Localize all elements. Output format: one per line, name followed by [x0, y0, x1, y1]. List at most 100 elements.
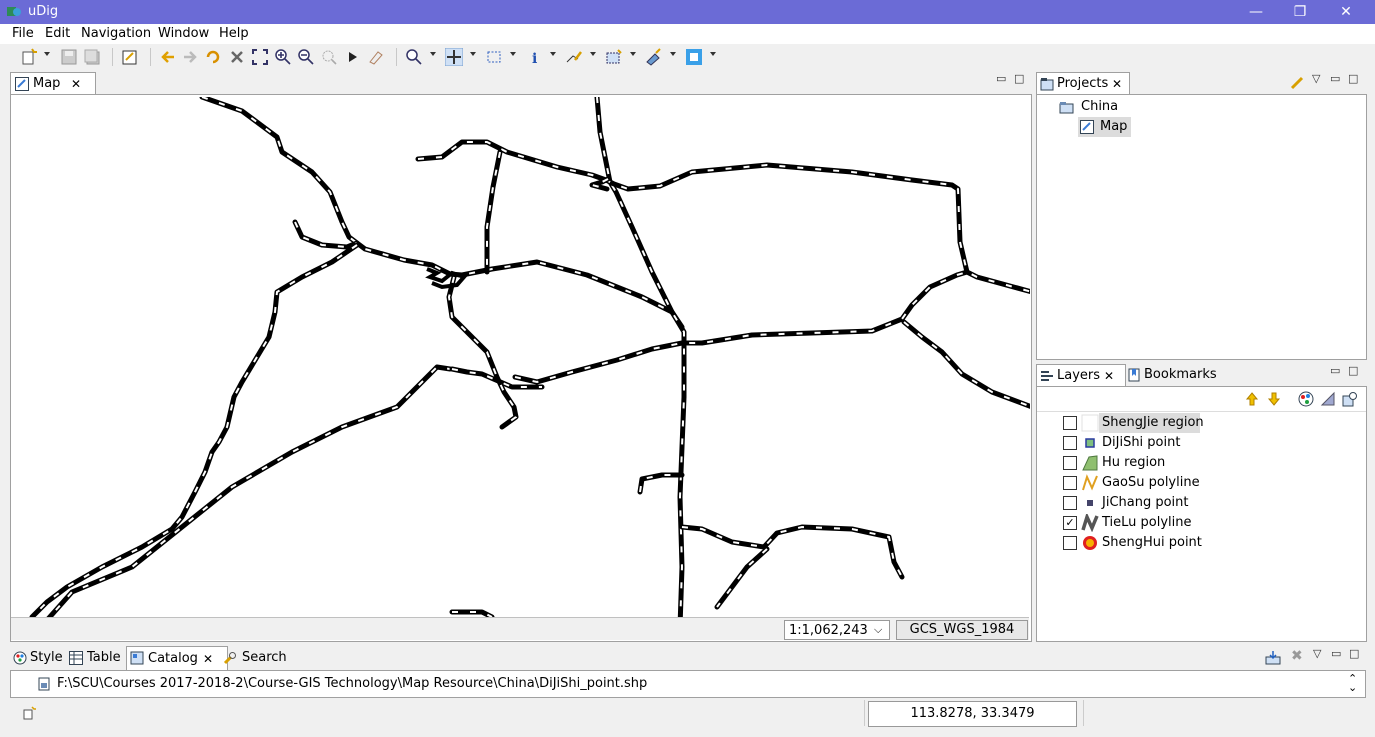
catalog-path[interactable]: F:\SCU\Courses 2017-2018-2\Course-GIS Te…: [57, 676, 647, 691]
minimize-view-icon[interactable]: ▭: [996, 72, 1006, 85]
style-dropdown-icon[interactable]: [710, 52, 716, 56]
restore-button[interactable]: ❐: [1277, 0, 1323, 24]
info-dropdown-icon[interactable]: [550, 52, 556, 56]
tab-projects-label: Projects: [1057, 76, 1109, 91]
layer-visibility-checkbox[interactable]: [1063, 456, 1077, 470]
back-arrow-icon[interactable]: [159, 48, 177, 66]
maximize-view-icon[interactable]: □: [1348, 72, 1358, 85]
layer-row[interactable]: ShengJie region: [1063, 413, 1363, 433]
select-box-icon[interactable]: [485, 48, 503, 66]
menu-help[interactable]: Help: [219, 26, 249, 41]
scale-combobox[interactable]: 1:1,062,243 ⌵: [784, 620, 890, 640]
import-icon[interactable]: [1265, 651, 1281, 665]
region-white-icon: [1081, 414, 1099, 432]
close-tab-icon[interactable]: ✕: [71, 73, 81, 95]
forward-arrow-icon[interactable]: [181, 48, 199, 66]
style-palette-icon[interactable]: [1298, 391, 1314, 407]
layer-label: DiJiShi point: [1102, 435, 1181, 450]
zoom-tool-icon[interactable]: [405, 48, 423, 66]
create-feature-icon[interactable]: [605, 48, 623, 66]
map-icon: [1080, 120, 1094, 134]
zoom-selection-icon[interactable]: [320, 48, 338, 66]
layer-row[interactable]: GaoSu polyline: [1063, 473, 1363, 493]
layer-visibility-checkbox[interactable]: [1063, 536, 1077, 550]
minimize-button[interactable]: —: [1233, 0, 1279, 24]
maximize-view-icon[interactable]: □: [1348, 364, 1358, 377]
menu-window[interactable]: Window: [158, 26, 209, 41]
create-dropdown-icon[interactable]: [630, 52, 636, 56]
zoom-layer-icon[interactable]: [1342, 391, 1358, 407]
tab-map[interactable]: Map ✕: [10, 72, 96, 95]
info-icon[interactable]: i: [525, 48, 543, 66]
zoom-in-icon[interactable]: [274, 48, 292, 66]
tab-table[interactable]: Table: [66, 647, 132, 669]
layer-visibility-checkbox[interactable]: ✓: [1063, 516, 1077, 530]
minimize-view-icon[interactable]: ▭: [1330, 72, 1340, 85]
layer-row[interactable]: ShengHui point: [1063, 533, 1363, 553]
close-tab-icon[interactable]: ✕: [1112, 73, 1122, 95]
zoom-out-icon[interactable]: [297, 48, 315, 66]
fast-view-icon[interactable]: [22, 706, 36, 720]
feature-dropdown-icon[interactable]: [670, 52, 676, 56]
tab-search[interactable]: Search: [220, 647, 296, 669]
udig-logo-icon: [7, 7, 21, 16]
layer-row[interactable]: Hu region: [1063, 453, 1363, 473]
layer-row[interactable]: DiJiShi point: [1063, 433, 1363, 453]
refresh-icon[interactable]: [204, 48, 222, 66]
close-tab-icon[interactable]: ✕: [203, 648, 213, 670]
tab-bookmarks[interactable]: Bookmarks: [1124, 364, 1226, 386]
layer-visibility-checkbox[interactable]: [1063, 436, 1077, 450]
remove-icon[interactable]: ✖: [1291, 648, 1303, 664]
tab-layers[interactable]: Layers ✕: [1036, 364, 1126, 387]
zoom-dropdown-icon[interactable]: [430, 52, 436, 56]
stop-render-icon[interactable]: [228, 48, 246, 66]
crs-button[interactable]: GCS_WGS_1984: [896, 620, 1028, 640]
save-icon[interactable]: [60, 48, 78, 66]
maximize-view-icon[interactable]: □: [1014, 72, 1024, 85]
layer-label: JiChang point: [1102, 495, 1189, 510]
new-map-icon[interactable]: [121, 48, 139, 66]
railway-dash: [201, 97, 683, 328]
close-button[interactable]: ✕: [1323, 0, 1369, 24]
tab-projects[interactable]: Projects ✕: [1036, 72, 1130, 95]
menu-edit[interactable]: Edit: [45, 26, 70, 41]
pan-dropdown-icon[interactable]: [470, 52, 476, 56]
new-icon[interactable]: [20, 48, 38, 66]
map-canvas[interactable]: [12, 97, 1030, 617]
pan-tool-icon[interactable]: [445, 48, 463, 66]
layer-row[interactable]: JiChang point: [1063, 493, 1363, 513]
next-icon[interactable]: [344, 48, 362, 66]
layer-visibility-checkbox[interactable]: [1063, 476, 1077, 490]
zoom-extent-icon[interactable]: [251, 48, 269, 66]
minimize-view-icon[interactable]: ▭: [1330, 364, 1340, 377]
new-dropdown-icon[interactable]: [44, 52, 50, 56]
minimize-view-icon[interactable]: ▭: [1331, 647, 1341, 660]
move-up-icon[interactable]: [1245, 391, 1259, 407]
view-menu-icon[interactable]: ▽: [1312, 72, 1320, 85]
feature-tool-icon[interactable]: [645, 48, 663, 66]
select-dropdown-icon[interactable]: [510, 52, 516, 56]
view-menu-icon[interactable]: ▽: [1313, 647, 1321, 660]
project-item[interactable]: China: [1059, 97, 1179, 117]
project-map-item[interactable]: Map: [1078, 117, 1131, 137]
layer-visibility-checkbox[interactable]: [1063, 416, 1077, 430]
layer-visibility-checkbox[interactable]: [1063, 496, 1077, 510]
menu-navigation[interactable]: Navigation: [81, 26, 151, 41]
edit-geometry-icon[interactable]: [565, 48, 583, 66]
edit-dropdown-icon[interactable]: [590, 52, 596, 56]
tab-style[interactable]: Style: [10, 647, 70, 669]
triangle-tool-icon[interactable]: [1320, 391, 1336, 407]
tab-catalog[interactable]: Catalog ✕: [126, 646, 228, 670]
eraser-icon[interactable]: [366, 48, 384, 66]
maximize-view-icon[interactable]: □: [1349, 647, 1359, 660]
move-down-icon[interactable]: [1267, 391, 1281, 407]
menu-file[interactable]: File: [12, 26, 34, 41]
link-icon[interactable]: [1290, 76, 1304, 90]
style-square-icon[interactable]: [685, 48, 703, 66]
layer-row[interactable]: ✓ TieLu polyline: [1063, 513, 1363, 533]
save-all-icon[interactable]: [83, 48, 101, 66]
close-tab-icon[interactable]: ✕: [1104, 365, 1114, 387]
scroll-arrows-icon[interactable]: ⌃ ⌄: [1348, 673, 1357, 693]
project-folder-icon: [1059, 102, 1074, 114]
layer-label: Hu region: [1102, 455, 1166, 470]
